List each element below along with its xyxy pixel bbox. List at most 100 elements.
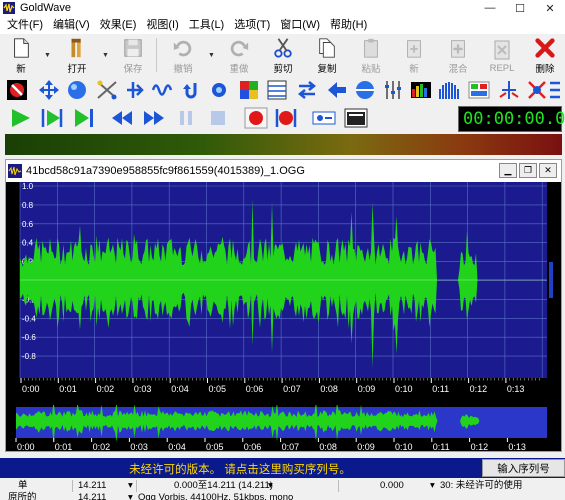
overview-tick-label: 0:11 [433,442,450,451]
new-button[interactable]: 新 [4,35,38,75]
dropdown-icon[interactable]: ▾ [268,480,273,492]
circle-split-icon[interactable] [354,79,376,101]
sound-window-titlebar: 41bcd58c91a7390e958855fc9f861559(4015389… [6,160,561,182]
goldwave-logo-icon [3,2,15,14]
menu-view[interactable]: 视图(I) [141,16,183,34]
mix-icon [451,40,465,58]
menu-file[interactable]: 文件(F) [2,16,48,34]
overview-tick-label: 0:05 [206,442,224,451]
filter-panel-icon[interactable] [468,79,490,101]
unlicensed-banner: 未经许可的版本。 请点击这里购买序列号。 输入序列号 [0,458,565,478]
save-button[interactable]: 保存 [116,35,150,75]
control-properties-icon[interactable] [312,107,336,129]
exchange-arrows-icon[interactable] [296,79,318,101]
paste-button[interactable]: 粘贴 [354,35,388,75]
fast-forward-icon[interactable] [142,107,166,129]
sliders-icon[interactable] [382,79,404,101]
overview-tick-label: 0:09 [357,442,375,451]
maximize-button[interactable]: ☐ [505,0,535,16]
overview-waveform[interactable]: 0:00 0:01 0:02 0:03 0:04 0:05 0:06 0:07 0:08 0:09… [6,405,561,451]
total-length: 14.211 [78,480,107,491]
dropdown-icon[interactable]: ▾ [128,492,133,500]
direction-arrows-icon[interactable] [124,79,146,101]
paste-new-button[interactable]: 新 [397,35,431,75]
redo-button[interactable]: 重做 [222,35,256,75]
left-arrow-icon[interactable] [326,79,348,101]
time-tick-label: 0:08 [320,384,338,394]
play-to-end-icon[interactable] [72,107,96,129]
replace-button[interactable]: REPL [485,35,519,75]
color-cube-icon[interactable] [238,79,260,101]
overview-tick-label: 0:10 [395,442,413,451]
redo-icon [230,40,249,57]
pitch-arrows-icon[interactable] [498,79,520,101]
record-icon[interactable] [244,107,268,129]
overview-tick-label: 0:13 [508,442,526,451]
undo-button[interactable]: 撤销 [166,35,200,75]
sound-minimize-button[interactable]: ▁ [499,163,517,178]
time-tick-label: 0:11 [432,384,449,394]
visual-window-icon[interactable] [344,107,368,129]
open-button[interactable]: 打开 [60,35,94,75]
globe-icon[interactable] [66,79,88,101]
cursor-position: 0.000 [380,480,404,491]
menu-bar: 文件(F) 编辑(V) 效果(E) 视图(I) 工具(L) 选项(T) 窗口(W… [0,16,565,34]
loop-arrow-icon[interactable] [180,79,202,101]
wave-shape-icon[interactable] [152,79,174,101]
resize-arrows-icon[interactable] [38,79,60,101]
copy-button[interactable]: 复制 [310,35,344,75]
sound-restore-button[interactable]: ❐ [519,163,537,178]
audio-file-icon [8,164,22,178]
app-title: GoldWave [20,2,71,14]
level-meter-bar [5,134,562,155]
enter-serial-button[interactable]: 输入序列号 [482,459,565,477]
dropdown-icon[interactable]: ▾ [430,480,435,492]
play-selection-icon[interactable] [40,107,64,129]
minimize-button[interactable]: — [475,0,505,16]
open-dropdown-icon[interactable]: ▼ [102,52,109,59]
play-icon[interactable] [8,107,32,129]
delete-button[interactable]: 删除 [528,35,562,75]
cut-button[interactable]: 剪切 [266,35,300,75]
stop-icon[interactable] [206,107,230,129]
pause-icon[interactable] [174,107,198,129]
stop-sign-icon[interactable] [6,79,28,101]
equalizer-bars-icon[interactable] [438,79,460,101]
time-tick-label: 0:13 [507,384,525,394]
menu-options[interactable]: 选项(T) [229,16,275,34]
main-waveform-view[interactable]: 1.00.80.60.40.20.0-0.2-0.4-0.6-0.8 0:000… [6,182,561,394]
crossfade-icon[interactable] [96,79,118,101]
rewind-icon[interactable] [110,107,134,129]
menu-help[interactable]: 帮助(H) [325,16,372,34]
time-tick-label: 0:00 [22,384,40,394]
sound-file-name: 41bcd58c91a7390e958855fc9f861559(4015389… [26,165,305,177]
time-tick-label: 0:06 [246,384,264,394]
new-dropdown-icon[interactable]: ▼ [44,52,51,59]
menu-tools[interactable]: 工具(L) [184,16,229,34]
sound-close-button[interactable]: ✕ [539,163,557,178]
transport-toolbar: 00:00:00.0 [0,104,565,132]
noise-reduction-icon[interactable] [526,79,548,101]
amplitude-label: -0.8 [22,352,36,361]
undo-dropdown-icon[interactable]: ▼ [208,52,215,59]
record-selection-icon[interactable] [274,107,298,129]
dropdown-icon[interactable]: ▾ [128,480,133,492]
mix-button[interactable]: 混合 [441,35,475,75]
menu-effects[interactable]: 效果(E) [95,16,142,34]
overview-tick-label: 0:07 [282,442,300,451]
gear-effect-icon[interactable] [208,79,230,101]
time-tick-label: 0:03 [134,384,152,394]
original-length: 14.211 [78,492,107,500]
menu-edit[interactable]: 编辑(V) [48,16,95,34]
purchase-link[interactable]: 未经许可的版本。 请点击这里购买序列号。 [0,461,480,477]
more-effects-icon[interactable] [548,79,562,101]
close-button[interactable]: ✕ [535,0,565,16]
list-table-icon[interactable] [266,79,288,101]
overview-tick-label: 0:02 [93,442,111,451]
right-scroll-indicator [549,262,553,298]
menu-window[interactable]: 窗口(W) [275,16,325,34]
spectrum-icon[interactable] [410,79,432,101]
main-toolbar: 新 ▼ 打开 ▼ 保存 撤销 ▼ 重做 剪切 复制 粘贴 新 混合 REPL 删… [0,34,565,76]
status-divider [72,480,73,492]
replace-icon [494,40,510,60]
